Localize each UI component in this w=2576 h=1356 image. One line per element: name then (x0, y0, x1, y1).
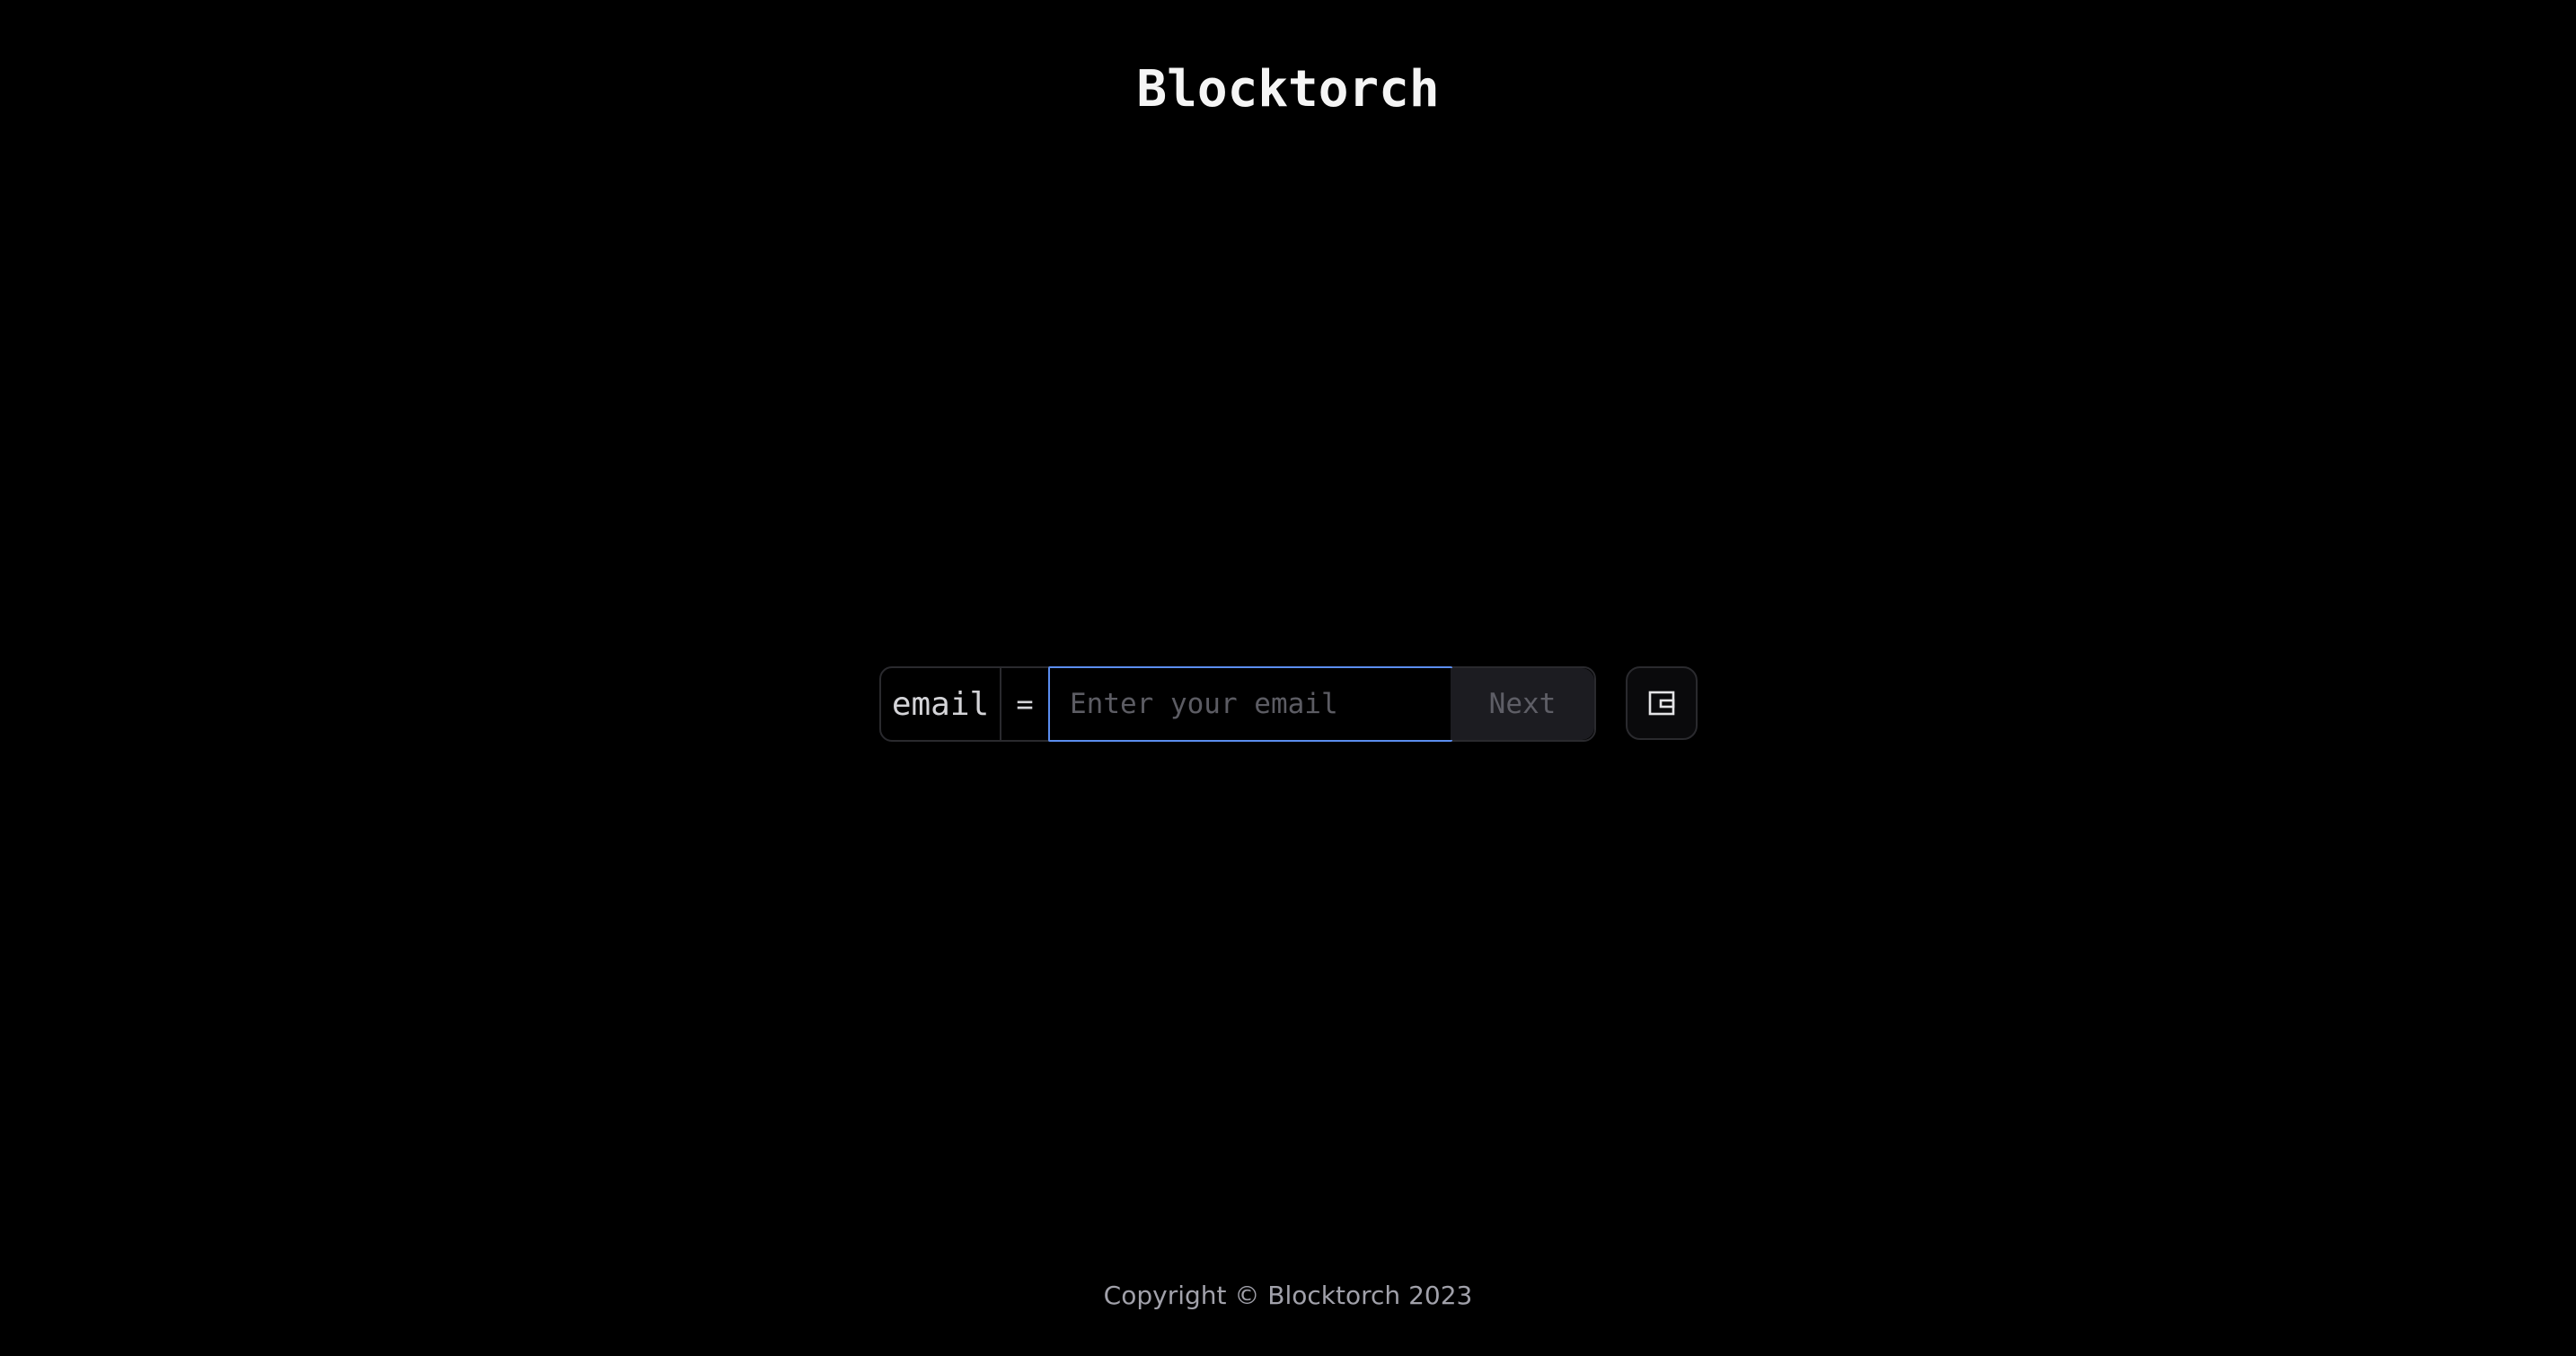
copyright-footer: Copyright © Blocktorch 2023 (1103, 1281, 1473, 1310)
email-field-group: email = Next (879, 666, 1596, 742)
equals-operator: = (1016, 687, 1034, 721)
email-input[interactable] (1048, 666, 1452, 742)
next-button[interactable]: Next (1451, 668, 1594, 740)
email-login-form: email = Next (879, 666, 1596, 742)
wallet-connect-button[interactable] (1626, 666, 1698, 740)
wallet-icon (1648, 691, 1675, 716)
field-key-label: email (881, 668, 1001, 740)
brand-title: Blocktorch (1136, 60, 1440, 119)
